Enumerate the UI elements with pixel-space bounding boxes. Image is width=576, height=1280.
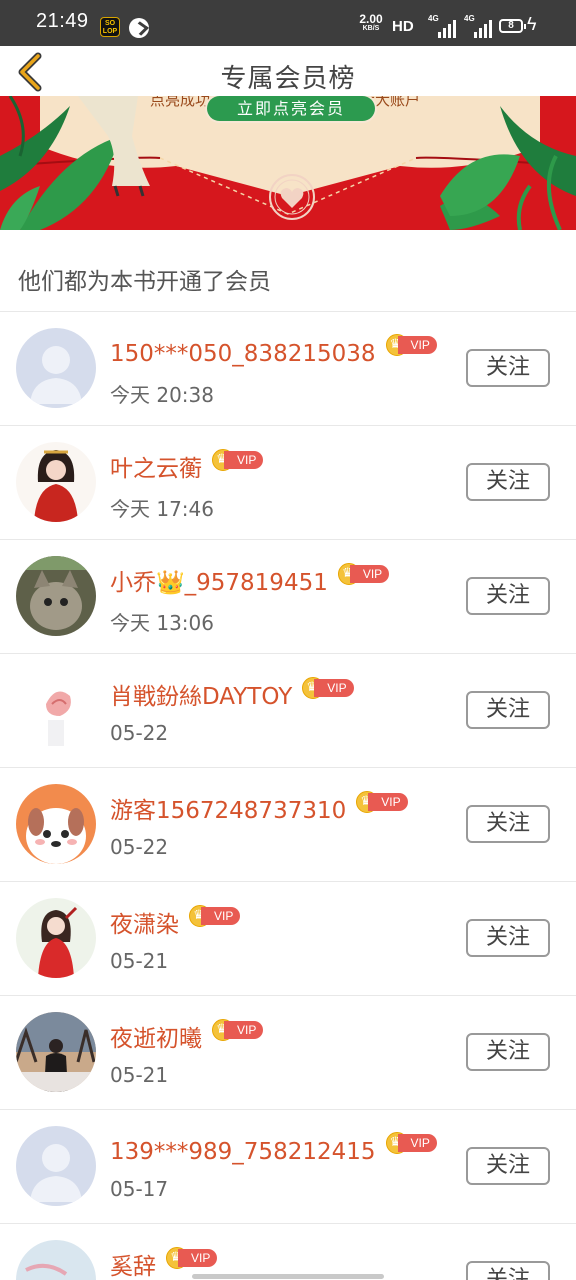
signal-icon: 4G (428, 14, 458, 38)
status-bar: 21:49 SO LOP 2.00 KB/S HD 4G 4G 8 ϟ (0, 0, 576, 46)
member-name-text: 139***989_758212415 (110, 1139, 376, 1165)
member-name-text: 夜潇染 (110, 912, 179, 938)
app-header: 专属会员榜 (0, 46, 576, 96)
member-time: 05-22 (110, 721, 169, 745)
avatar[interactable] (16, 670, 96, 750)
follow-button[interactable]: 关注 (466, 577, 550, 615)
avatar[interactable] (16, 898, 96, 978)
activate-vip-button[interactable]: 立即点亮会员 (207, 96, 375, 121)
vip-badge: VIP (356, 791, 408, 813)
vip-label: VIP (224, 451, 264, 469)
member-name[interactable]: 小乔👑_957819451 VIP (110, 563, 390, 597)
status-time: 21:49 (36, 10, 89, 32)
vip-badge: VIP (385, 1132, 437, 1154)
member-time: 今天 17:46 (110, 497, 214, 521)
member-name-text: 叶之云蘅 (110, 456, 202, 482)
vip-label: VIP (224, 1021, 264, 1039)
browser-icon (129, 18, 149, 38)
follow-button[interactable]: 关注 (466, 1147, 550, 1185)
vip-label: VIP (349, 565, 390, 583)
member-row[interactable]: 奚辞 VIP 关注 (0, 1224, 576, 1280)
member-name[interactable]: 夜逝初曦 VIP (110, 1019, 264, 1053)
avatar[interactable] (16, 1240, 96, 1280)
follow-button[interactable]: 关注 (466, 1261, 550, 1280)
member-name-text: 夜逝初曦 (110, 1026, 202, 1052)
vip-label: VIP (178, 1249, 218, 1267)
member-name[interactable]: 游客1567248737310 VIP (110, 791, 408, 825)
member-time: 今天 20:38 (110, 383, 214, 407)
home-indicator[interactable] (192, 1274, 384, 1279)
member-name[interactable]: 肖戦鈖絲DAYTOY VIP (110, 677, 354, 711)
member-name[interactable]: 139***989_758212415 VIP (110, 1132, 437, 1165)
member-time: 05-17 (110, 1177, 169, 1201)
follow-button[interactable]: 关注 (466, 805, 550, 843)
member-row[interactable]: 139***989_758212415 VIP 05-17 关注 (0, 1110, 576, 1224)
member-name[interactable]: 夜潇染 VIP (110, 905, 241, 939)
avatar[interactable] (16, 442, 96, 522)
vip-badge: VIP (385, 334, 437, 356)
charging-icon: ϟ (527, 14, 537, 34)
member-row[interactable]: 游客1567248737310 VIP 05-22 关注 (0, 768, 576, 882)
vip-label: VIP (368, 793, 408, 811)
vip-badge: VIP (337, 563, 390, 585)
member-time: 05-21 (110, 1063, 169, 1087)
member-row[interactable]: 小乔👑_957819451 VIP 今天 13:06 关注 (0, 540, 576, 654)
signal-label: 4G (428, 14, 439, 23)
vip-badge: VIP (166, 1247, 218, 1269)
vip-label: VIP (397, 1134, 437, 1152)
member-row[interactable]: 叶之云蘅 VIP 今天 17:46 关注 (0, 426, 576, 540)
member-name[interactable]: 叶之云蘅 VIP (110, 449, 264, 483)
battery-icon: 8 (499, 19, 526, 33)
signal-icon: 4G (464, 14, 494, 38)
avatar[interactable] (16, 784, 96, 864)
page-title: 专属会员榜 (220, 64, 356, 94)
member-name-text: 游客1567248737310 (110, 798, 347, 824)
vip-label: VIP (314, 679, 354, 697)
follow-button[interactable]: 关注 (466, 1033, 550, 1071)
member-row[interactable]: 夜潇染 VIP 05-21 关注 (0, 882, 576, 996)
vip-label: VIP (397, 336, 437, 354)
member-name-text: 奚辞 (110, 1254, 156, 1280)
section-title: 他们都为本书开通了会员 (18, 269, 271, 295)
app-root: 21:49 SO LOP 2.00 KB/S HD 4G 4G 8 ϟ 专属会员… (0, 0, 576, 1280)
vip-badge: VIP (302, 677, 354, 699)
member-time: 05-21 (110, 949, 169, 973)
follow-button[interactable]: 关注 (466, 349, 550, 387)
avatar[interactable] (16, 1012, 96, 1092)
vip-badge: VIP (212, 449, 264, 471)
member-name-text: 肖戦鈖絲DAYTOY (110, 684, 293, 710)
member-row[interactable]: 肖戦鈖絲DAYTOY VIP 05-22 关注 (0, 654, 576, 768)
vip-badge: VIP (189, 905, 241, 927)
follow-button[interactable]: 关注 (466, 463, 550, 501)
member-name[interactable]: 150***050_838215038 VIP (110, 334, 437, 367)
hd-indicator: HD (392, 18, 414, 35)
signal-label: 4G (464, 14, 475, 23)
promo-banner[interactable]: 点亮成功，收益立刻同步到作者大大账户 立即点亮会员 (0, 96, 576, 230)
network-speed: 2.00 KB/S (356, 13, 386, 33)
avatar[interactable] (16, 328, 96, 408)
member-name-text: 小乔👑_957819451 (110, 570, 328, 596)
follow-button[interactable]: 关注 (466, 919, 550, 957)
member-time: 今天 13:06 (110, 611, 214, 635)
member-row[interactable]: 150***050_838215038 VIP 今天 20:38 关注 (0, 312, 576, 426)
member-row[interactable]: 夜逝初曦 VIP 05-21 关注 (0, 996, 576, 1110)
member-list: 150***050_838215038VIP今天 20:38关注叶之云蘅VIP今… (0, 312, 576, 1280)
avatar[interactable] (16, 1126, 96, 1206)
app-icon: SO LOP (100, 17, 120, 37)
member-time: 05-22 (110, 835, 169, 859)
avatar[interactable] (16, 556, 96, 636)
vip-label: VIP (201, 907, 241, 925)
member-name-text: 150***050_838215038 (110, 341, 376, 367)
vip-badge: VIP (212, 1019, 264, 1041)
follow-button[interactable]: 关注 (466, 691, 550, 729)
